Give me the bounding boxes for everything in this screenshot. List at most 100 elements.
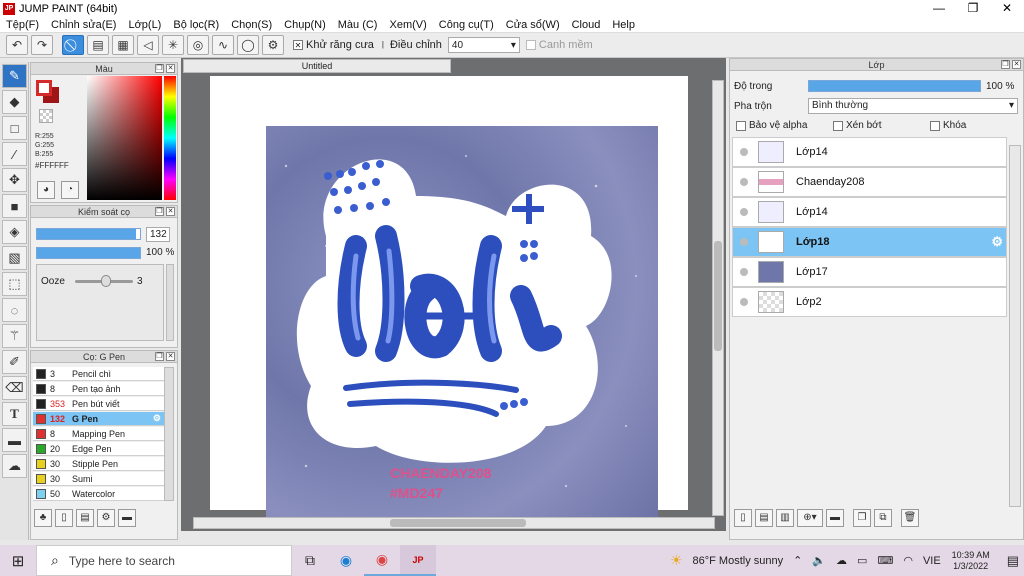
- merge-layer-button[interactable]: ⧉: [874, 509, 892, 527]
- visibility-icon[interactable]: [740, 148, 748, 156]
- gear-icon[interactable]: ⚙: [153, 413, 161, 424]
- menu-color[interactable]: Màu (C): [332, 19, 384, 31]
- undock-icon[interactable]: ❐: [155, 64, 164, 73]
- keyboard-icon[interactable]: ⌨: [877, 554, 893, 567]
- radial-ruler-button[interactable]: ✳: [162, 35, 184, 55]
- brush-settings-button[interactable]: ⚙: [97, 509, 115, 527]
- smooth-checkbox[interactable]: [525, 40, 536, 50]
- brush-item[interactable]: 50 Watercolor: [33, 487, 164, 501]
- taskbar-search[interactable]: ⌕ Type here to search: [36, 545, 292, 576]
- hand-tool[interactable]: ▬: [2, 428, 27, 452]
- brush-list-scrollbar[interactable]: [164, 367, 174, 501]
- wifi-icon[interactable]: ◠: [903, 554, 913, 567]
- layer-opacity-slider[interactable]: [808, 80, 981, 92]
- lasso-tool[interactable]: ◌: [2, 298, 27, 322]
- close-icon[interactable]: ✕: [166, 207, 175, 216]
- settings-ruler-button[interactable]: ⚙: [262, 35, 284, 55]
- chevron-up-icon[interactable]: ⌃: [793, 554, 802, 567]
- menu-file[interactable]: Tệp(F): [0, 19, 45, 31]
- new-brush-button[interactable]: ▯: [55, 509, 73, 527]
- upload-brush-button[interactable]: ♣: [34, 509, 52, 527]
- edge-button[interactable]: ◉: [328, 545, 364, 576]
- brush-folder-button[interactable]: ▬: [118, 509, 136, 527]
- menu-tools[interactable]: Công cụ(T): [433, 19, 500, 31]
- task-view-button[interactable]: ⧉: [292, 545, 328, 576]
- visibility-icon[interactable]: [740, 238, 748, 246]
- visibility-icon[interactable]: [740, 298, 748, 306]
- brush-item[interactable]: 8 Mapping Pen: [33, 427, 164, 441]
- brush-control-scrollbar[interactable]: [166, 264, 174, 341]
- menu-filter[interactable]: Bộ lọc(R): [167, 19, 225, 31]
- menu-edit[interactable]: Chỉnh sửa(E): [45, 19, 122, 31]
- close-icon[interactable]: ✕: [1012, 60, 1021, 69]
- palette-button[interactable]: ◕: [37, 181, 55, 199]
- brush-size-value[interactable]: 132: [146, 227, 170, 242]
- menu-cloud[interactable]: Cloud: [566, 19, 607, 31]
- protect-alpha-option[interactable]: Bảo vệ alpha: [736, 120, 807, 131]
- notification-icon[interactable]: ▤: [1007, 553, 1019, 569]
- brush-menu-button[interactable]: ▤: [76, 509, 94, 527]
- saturation-value-picker[interactable]: [87, 76, 162, 200]
- move-tool[interactable]: ✥: [2, 168, 27, 192]
- grid-ruler-button[interactable]: ▦: [112, 35, 134, 55]
- concentric-ruler-button[interactable]: ◎: [187, 35, 209, 55]
- adjust-input[interactable]: 40 ▾: [447, 37, 520, 53]
- brush-item[interactable]: 20 Edge Pen: [33, 442, 164, 456]
- cloud-tool[interactable]: ☁: [2, 454, 27, 478]
- ruler-off-button[interactable]: ⃠: [62, 35, 84, 55]
- blend-mode-select[interactable]: Bình thường ▾: [808, 98, 1018, 114]
- rect-select-tool[interactable]: □: [2, 116, 27, 140]
- eraser-tool[interactable]: ◆: [2, 90, 27, 114]
- clip-option[interactable]: Xén bớt: [833, 120, 881, 131]
- new-halftone-layer-button[interactable]: ▥: [776, 509, 794, 527]
- maximize-button[interactable]: ❐: [956, 0, 990, 17]
- gear-icon[interactable]: ⚙: [991, 234, 1003, 250]
- brush-tool[interactable]: ⁄: [2, 142, 27, 166]
- layer-effect-button[interactable]: ⊕▾: [797, 509, 823, 527]
- transparent-swatch[interactable]: [39, 109, 53, 123]
- perspective-ruler-button[interactable]: ◁: [137, 35, 159, 55]
- menu-layer[interactable]: Lớp(L): [122, 19, 167, 31]
- onedrive-icon[interactable]: ☁: [836, 554, 847, 567]
- pen-tool[interactable]: ✎: [2, 64, 27, 88]
- eyedropper-button[interactable]: ◔: [61, 181, 79, 199]
- layer-row[interactable]: Chaenday208: [732, 167, 1007, 197]
- tab-untitled[interactable]: Untitled: [183, 59, 451, 73]
- canvas-paper[interactable]: CHAENDAY208 #MD247: [210, 76, 688, 518]
- undock-icon[interactable]: ❐: [155, 352, 164, 361]
- new-raster-layer-button[interactable]: ▤: [755, 509, 773, 527]
- brush-item[interactable]: 353 Pen bút viết: [33, 397, 164, 411]
- language-indicator[interactable]: VIE: [923, 555, 941, 567]
- brush-opacity-slider[interactable]: [36, 247, 141, 259]
- select-pen-tool[interactable]: ✐: [2, 350, 27, 374]
- menu-window[interactable]: Cửa sổ(W): [500, 19, 566, 31]
- layer-row[interactable]: Lớp14: [732, 197, 1007, 227]
- menu-view[interactable]: Xem(V): [383, 19, 432, 31]
- layer-row-selected[interactable]: Lớp18 ⚙: [732, 227, 1007, 257]
- vertical-scroll-thumb[interactable]: [714, 241, 722, 351]
- ellipse-ruler-button[interactable]: ◯: [237, 35, 259, 55]
- layer-list-scrollbar[interactable]: [1009, 145, 1021, 507]
- minimize-button[interactable]: —: [922, 0, 956, 17]
- magic-wand-tool[interactable]: ⚚: [2, 324, 27, 348]
- brush-item-selected[interactable]: 132 G Pen ⚙: [33, 412, 164, 426]
- undo-button[interactable]: ↶: [6, 35, 28, 55]
- horizontal-scroll-thumb[interactable]: [390, 519, 526, 527]
- redo-button[interactable]: ↷: [31, 35, 53, 55]
- foreground-color-swatch[interactable]: [36, 80, 52, 96]
- antialias-checkbox[interactable]: ✕: [293, 40, 303, 50]
- weather-icon[interactable]: ☀: [670, 552, 683, 569]
- visibility-icon[interactable]: [740, 178, 748, 186]
- brush-item[interactable]: 3 Pencil chì: [33, 367, 164, 381]
- close-button[interactable]: ✕: [990, 0, 1024, 17]
- undock-icon[interactable]: ❐: [155, 207, 164, 216]
- canvas-area[interactable]: Untitled CHAENDAY208 #MD247: [181, 58, 726, 531]
- bucket-tool[interactable]: ◈: [2, 220, 27, 244]
- layer-row[interactable]: Lớp14: [732, 137, 1007, 167]
- menu-select[interactable]: Chọn(S): [225, 19, 278, 31]
- select-tool[interactable]: ⬚: [2, 272, 27, 296]
- parallel-ruler-button[interactable]: ▤: [87, 35, 109, 55]
- canvas-horizontal-scrollbar[interactable]: [193, 517, 715, 529]
- start-button[interactable]: ⊞: [0, 545, 36, 576]
- undock-icon[interactable]: ❐: [1001, 60, 1010, 69]
